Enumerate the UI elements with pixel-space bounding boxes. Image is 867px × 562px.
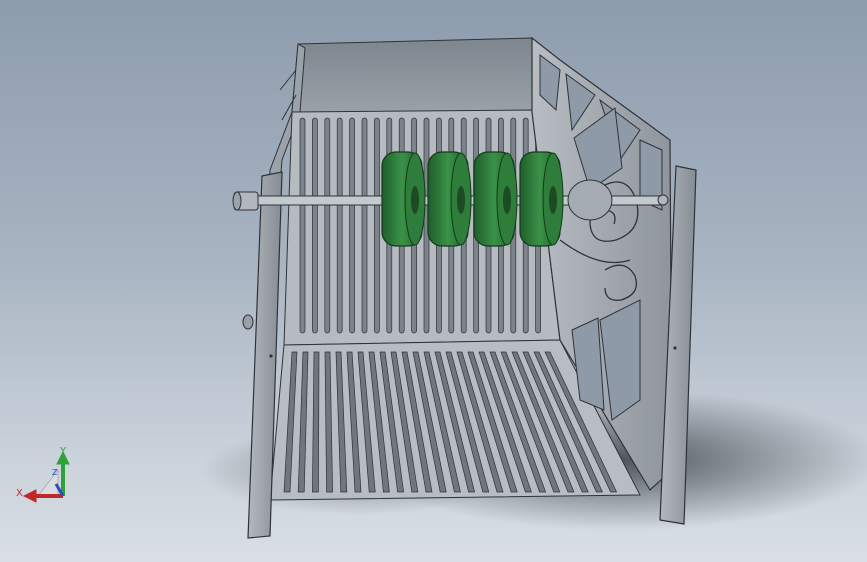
upper-slot bbox=[312, 117, 318, 334]
left-bracket bbox=[242, 314, 254, 330]
cad-viewport[interactable]: Y X Z bbox=[0, 0, 867, 562]
upper-slot bbox=[361, 117, 368, 334]
triad-x-label: X bbox=[16, 488, 23, 499]
roller bbox=[473, 151, 518, 247]
upper-slot bbox=[336, 117, 343, 334]
triad-y-label: Y bbox=[60, 446, 67, 457]
upper-slot bbox=[349, 117, 355, 334]
upper-slot bbox=[374, 117, 380, 334]
cad-model-scene bbox=[200, 36, 867, 539]
roller bbox=[519, 151, 564, 247]
coordinate-triad bbox=[22, 450, 70, 503]
roller bbox=[427, 151, 472, 247]
triad-z-label: Z bbox=[52, 468, 58, 477]
upper-slot bbox=[299, 117, 306, 334]
upper-slot bbox=[324, 117, 331, 334]
back-wall bbox=[291, 37, 533, 113]
roller bbox=[381, 151, 426, 247]
